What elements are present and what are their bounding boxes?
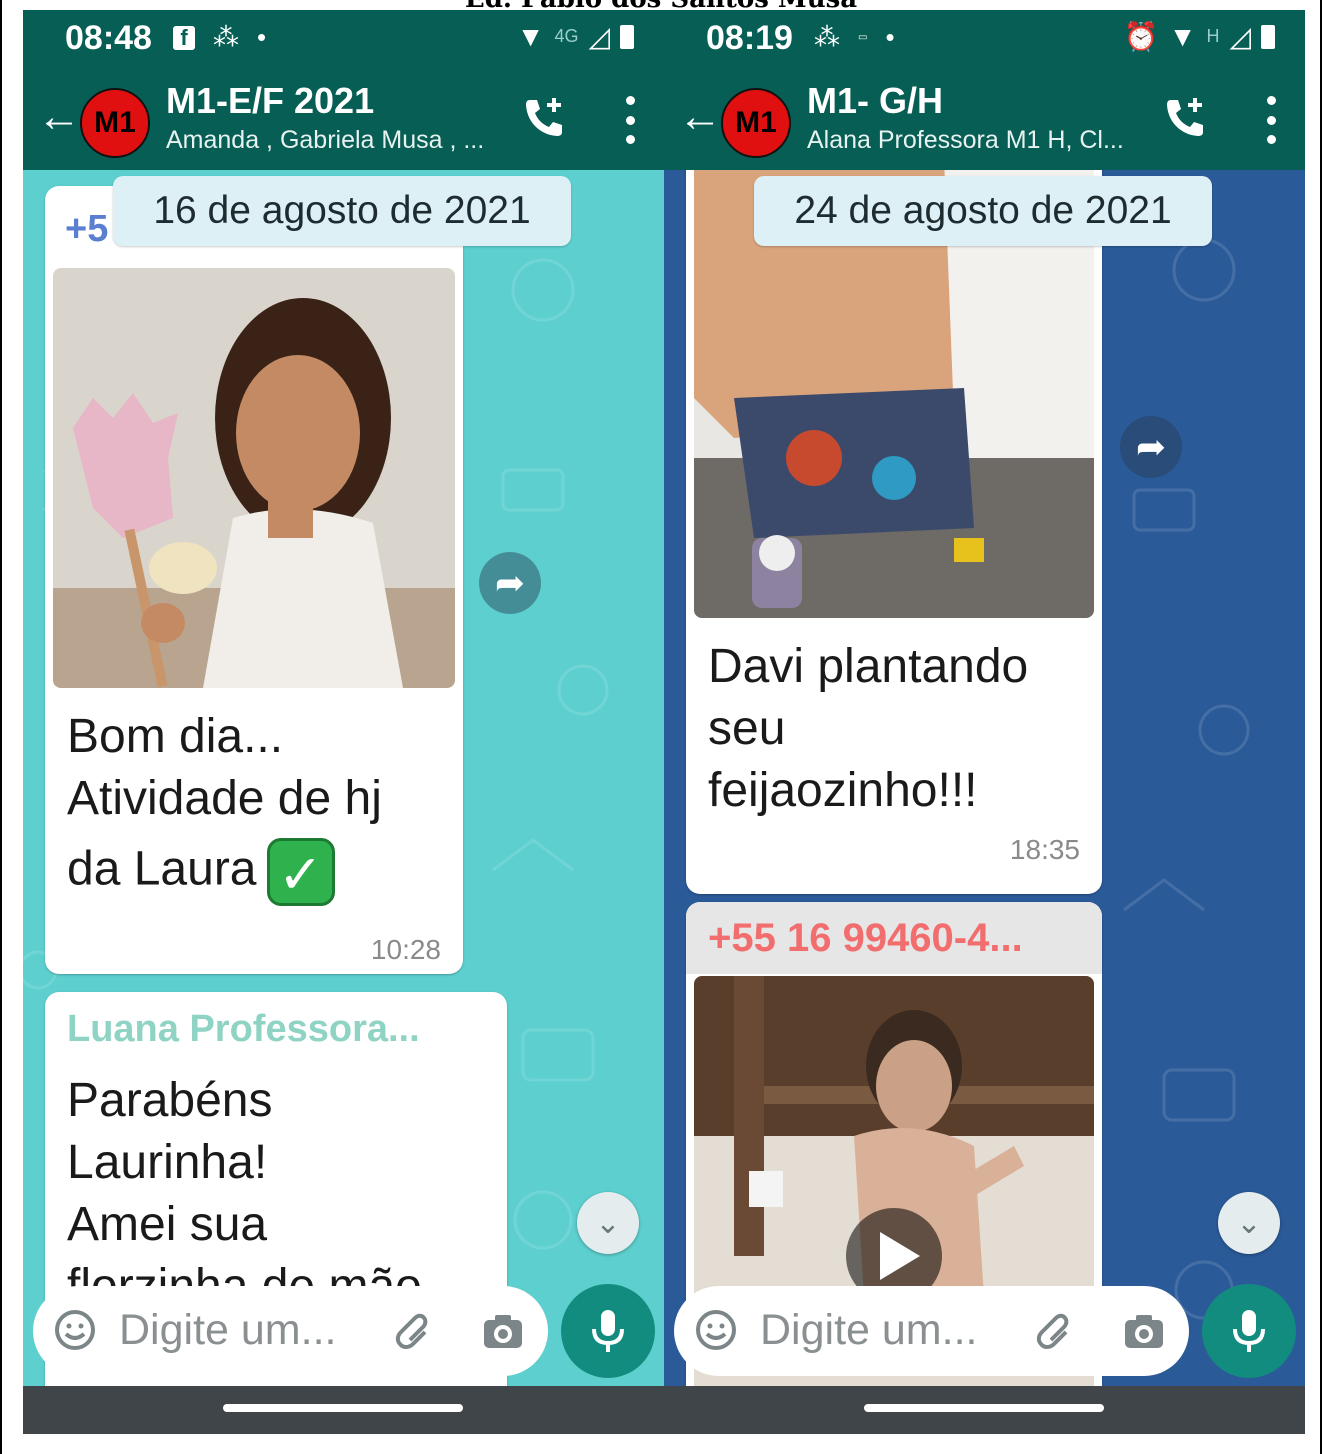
group-avatar[interactable]: M1	[80, 88, 150, 158]
chat-title[interactable]: M1-E/F 2021	[166, 80, 374, 122]
home-gesture-bar[interactable]	[864, 1404, 1104, 1412]
input-placeholder: Digite um...	[760, 1306, 978, 1354]
attach-icon[interactable]	[393, 1310, 437, 1354]
app-notification-icon: ⁂	[213, 22, 239, 52]
wifi-icon: ▼	[516, 20, 545, 52]
app-notification-icon: ⁂	[814, 22, 840, 52]
forward-icon[interactable]: ➦	[1120, 416, 1182, 478]
message-sender: Luana Professora...	[67, 1008, 420, 1050]
scroll-to-bottom-icon[interactable]: ⌄	[1218, 1192, 1280, 1254]
chat-area[interactable]: +5 Bom dia... Atividade de hj da Laura ✓…	[23, 170, 664, 1386]
add-call-icon[interactable]	[520, 94, 568, 142]
chat-title[interactable]: M1- G/H	[807, 80, 943, 122]
battery-icon	[1261, 24, 1275, 49]
chat-header: ← M1 M1-E/F 2021 Amanda , Gabriela Musa …	[23, 68, 664, 170]
status-time: 08:19	[706, 19, 793, 57]
check-mark-emoji-icon: ✓	[266, 838, 335, 906]
photo-illustration	[53, 268, 455, 688]
battery-icon	[620, 24, 634, 49]
message-text-line: Amei sua	[67, 1198, 268, 1251]
message-text-line: da Laura ✓	[67, 838, 335, 906]
back-arrow-icon[interactable]: ←	[37, 92, 81, 142]
facebook-icon: f	[173, 25, 195, 50]
input-placeholder: Digite um...	[119, 1306, 337, 1354]
microphone-icon	[592, 1310, 624, 1352]
add-call-icon[interactable]	[1161, 94, 1209, 142]
wifi-icon: ▼	[1168, 20, 1197, 52]
attach-icon[interactable]	[1034, 1310, 1078, 1354]
system-icons: ⏰ ▼ H ◿	[1124, 20, 1275, 53]
avatar-text: M1	[735, 106, 777, 139]
status-bar: 08:19 ⁂ ▭ • ⏰ ▼ H ◿	[664, 10, 1305, 68]
message-sender: +5	[65, 208, 109, 250]
back-arrow-icon[interactable]: ←	[678, 92, 722, 142]
group-avatar[interactable]: M1	[721, 88, 791, 158]
date-separator: 24 de agosto de 2021	[754, 176, 1212, 246]
message-text-line: feijaozinho!!!	[708, 764, 978, 817]
system-nav-bar	[23, 1386, 664, 1434]
date-separator: 16 de agosto de 2021	[113, 176, 571, 246]
chat-participants[interactable]: Alana Professora M1 H, Cl...	[807, 126, 1124, 155]
mic-button[interactable]	[561, 1284, 655, 1378]
mic-button[interactable]	[1202, 1284, 1296, 1378]
alarm-icon: ⏰	[1123, 21, 1159, 52]
overflow-menu-icon[interactable]	[1265, 96, 1277, 144]
notification-icons: ⁂ ▭ •	[814, 22, 895, 53]
home-gesture-bar[interactable]	[223, 1404, 463, 1412]
notification-icons: f ⁂ •	[173, 22, 266, 53]
system-icons: ▼ 4G ◿	[517, 20, 634, 53]
network-type: H	[1206, 26, 1220, 46]
chat-participants[interactable]: Amanda , Gabriela Musa , ...	[166, 126, 484, 155]
system-nav-bar	[664, 1386, 1305, 1434]
right-phone-screen: 08:19 ⁂ ▭ • ⏰ ▼ H ◿ ← M1 M1- G/H Alana P…	[664, 10, 1305, 1434]
chat-header: ← M1 M1- G/H Alana Professora M1 H, Cl..…	[664, 68, 1305, 170]
left-phone-screen: 08:48 f ⁂ • ▼ 4G ◿ ← M1 M1-E/F 2021 Aman…	[23, 10, 664, 1434]
signal-icon: ◿	[588, 21, 610, 52]
message-timestamp: 10:28	[370, 934, 441, 965]
message-sender: +55 16 99460-4...	[708, 916, 1023, 960]
scroll-to-bottom-icon[interactable]: ⌄	[577, 1192, 639, 1254]
message-input[interactable]: Digite um...	[674, 1286, 1189, 1376]
message-text-line: Bom dia...	[67, 710, 284, 763]
message-text-line: Atividade de hj	[67, 772, 382, 825]
message-text-line: Davi plantando	[708, 640, 1029, 693]
signal-icon: ◿	[1229, 21, 1251, 52]
message-text-line: Parabéns	[67, 1074, 273, 1127]
message-text-line: Laurinha!	[67, 1136, 268, 1189]
status-time: 08:48	[65, 19, 152, 57]
message-input[interactable]: Digite um...	[33, 1286, 548, 1376]
emoji-icon[interactable]	[53, 1308, 97, 1352]
photo-girl-with-handprint-flower[interactable]	[53, 268, 455, 688]
message-timestamp: 18:35	[1009, 834, 1080, 865]
message-bubble[interactable]: +5 Bom dia... Atividade de hj da Laura ✓…	[45, 186, 463, 974]
message-bubble[interactable]: Davi plantando seu feijaozinho!!! 18:35	[686, 170, 1102, 894]
message-text: da Laura	[67, 842, 257, 896]
status-bar: 08:48 f ⁂ • ▼ 4G ◿	[23, 10, 664, 68]
dot-icon: •	[257, 22, 267, 52]
camera-icon[interactable]	[481, 1310, 525, 1354]
microphone-icon	[1233, 1310, 1265, 1352]
emoji-icon[interactable]	[694, 1308, 738, 1352]
chat-area[interactable]: Davi plantando seu feijaozinho!!! 18:35 …	[664, 170, 1305, 1386]
app-notification-icon: ▭	[858, 32, 868, 43]
overflow-menu-icon[interactable]	[624, 96, 636, 144]
avatar-text: M1	[94, 106, 136, 139]
dot-icon: •	[885, 22, 895, 52]
forward-icon[interactable]: ➦	[479, 552, 541, 614]
message-text-line: seu	[708, 702, 786, 755]
network-type: 4G	[554, 26, 579, 46]
camera-icon[interactable]	[1122, 1310, 1166, 1354]
